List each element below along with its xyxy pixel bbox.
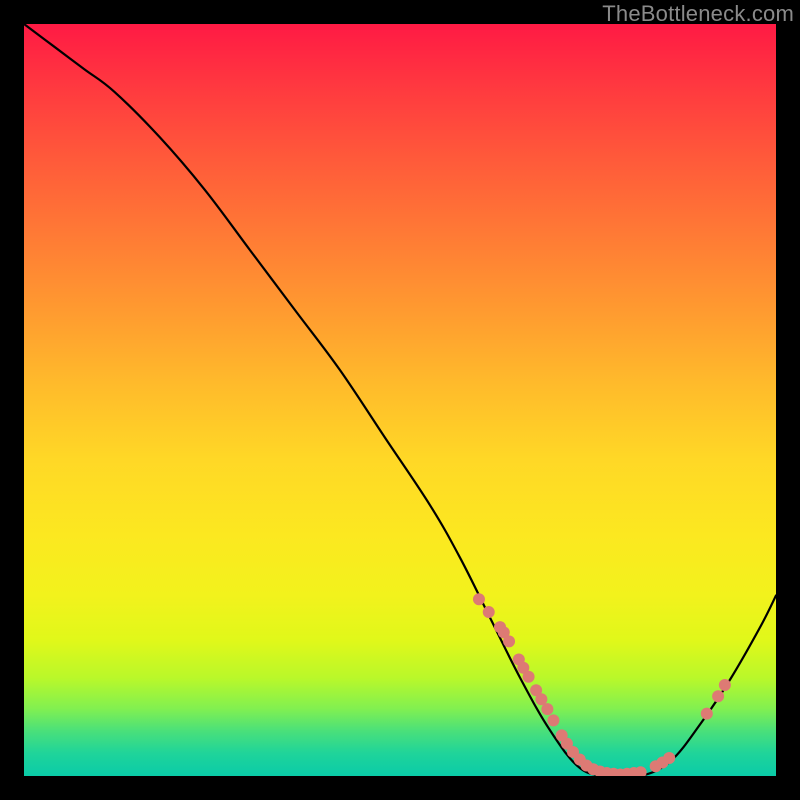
curve-marker bbox=[503, 635, 515, 647]
curve-marker bbox=[523, 671, 535, 683]
curve-marker bbox=[547, 714, 559, 726]
watermark-text: TheBottleneck.com bbox=[602, 1, 794, 27]
chart-svg bbox=[24, 24, 776, 776]
marker-layer bbox=[473, 593, 731, 776]
chart-plot-area bbox=[24, 24, 776, 776]
curve-marker bbox=[719, 679, 731, 691]
curve-marker bbox=[701, 708, 713, 720]
curve-marker bbox=[473, 593, 485, 605]
curve-layer bbox=[24, 24, 776, 776]
curve-marker bbox=[541, 703, 553, 715]
bottleneck-curve-path bbox=[24, 24, 776, 776]
curve-marker bbox=[663, 752, 675, 764]
curve-marker bbox=[712, 690, 724, 702]
curve-marker bbox=[483, 606, 495, 618]
